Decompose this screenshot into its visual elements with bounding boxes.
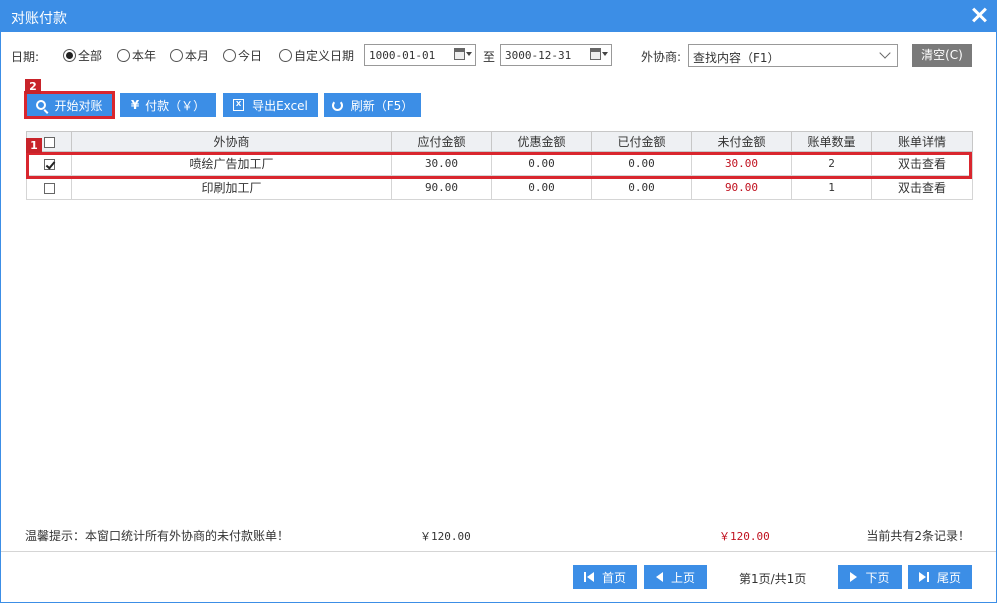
next-page-icon	[850, 572, 858, 582]
calendar-dropdown-icon[interactable]	[453, 47, 473, 63]
reconcile-payment-window: 对账付款 日期: 全部 本年 本月 今日 自定义日期 1000-01-01 至	[0, 0, 997, 603]
annotation-badge-2: 2	[25, 79, 41, 94]
hint-text: 温馨提示：本窗口统计所有外协商的未付款账单！	[25, 529, 290, 543]
radio-this-year-indicator	[117, 48, 130, 62]
select-all-checkbox[interactable]	[43, 136, 55, 148]
close-icon[interactable]	[970, 6, 988, 24]
bill-detail-link[interactable]: 双击查看	[871, 175, 973, 200]
total-unpaid: ￥120.00	[719, 530, 770, 543]
export-excel-label: 导出Excel	[252, 98, 308, 113]
window-title: 对账付款	[11, 11, 67, 27]
highlight-box-2	[24, 91, 115, 119]
prev-page-label: 上页	[670, 570, 695, 585]
radio-today[interactable]: 今日	[223, 46, 262, 64]
radio-all-label: 全部	[78, 48, 103, 63]
unpaid-cell: 90.00	[691, 175, 792, 200]
table-header-row: 外协商 应付金额 优惠金额 已付金额 未付金额 账单数量 账单详情	[26, 131, 973, 152]
paid-cell: 0.00	[591, 175, 692, 200]
vendor-cell: 印刷加工厂	[71, 175, 392, 200]
annotation-badge-1: 1	[26, 138, 42, 153]
radio-this-month-indicator	[170, 48, 183, 62]
radio-custom-date-label: 自定义日期	[294, 48, 355, 63]
last-page-button[interactable]: 尾页	[908, 565, 972, 589]
title-bar: 对账付款	[1, 1, 996, 32]
prev-page-icon	[655, 572, 663, 582]
vendor-label: 外协商:	[641, 50, 682, 64]
column-header-payable[interactable]: 应付金额	[391, 131, 492, 152]
radio-this-year[interactable]: 本年	[117, 46, 156, 64]
row-checkbox[interactable]	[43, 182, 55, 194]
next-page-label: 下页	[865, 570, 890, 585]
radio-custom-date-indicator	[279, 48, 292, 62]
refresh-button[interactable]: 刷新（F5）	[324, 93, 421, 117]
column-header-unpaid[interactable]: 未付金额	[691, 131, 792, 152]
radio-all-indicator	[63, 48, 76, 62]
date-from-input[interactable]: 1000-01-01	[364, 44, 476, 66]
column-header-vendor[interactable]: 外协商	[71, 131, 392, 152]
first-page-button[interactable]: 首页	[573, 565, 637, 589]
column-header-bill-count[interactable]: 账单数量	[791, 131, 872, 152]
first-page-label: 首页	[601, 570, 626, 585]
clear-button[interactable]: 清空(C)	[912, 44, 972, 67]
radio-today-label: 今日	[238, 48, 263, 63]
toolbar: 开始对账 ¥ 付款（￥） X 导出Excel 刷新（F5）	[1, 93, 996, 119]
radio-all[interactable]: 全部	[63, 46, 102, 64]
page-info: 第1页/共1页	[739, 572, 807, 586]
pay-label: 付款（￥）	[145, 98, 206, 113]
bill-count-cell: 1	[791, 175, 872, 200]
row-checkbox-cell[interactable]	[26, 175, 72, 200]
radio-custom-date[interactable]: 自定义日期	[279, 46, 354, 64]
chevron-down-icon[interactable]	[879, 47, 891, 59]
discount-cell: 0.00	[491, 175, 592, 200]
pagination-bar: 首页 上页 第1页/共1页 下页 尾页	[1, 551, 996, 602]
column-header-discount[interactable]: 优惠金额	[491, 131, 592, 152]
highlight-box-1	[26, 152, 972, 179]
date-from-value: 1000-01-01	[369, 49, 436, 62]
date-label: 日期:	[11, 50, 40, 64]
refresh-label: 刷新（F5）	[350, 98, 414, 113]
filter-bar: 日期: 全部 本年 本月 今日 自定义日期 1000-01-01 至 3000-…	[1, 41, 996, 71]
prev-page-button[interactable]: 上页	[644, 565, 707, 589]
column-header-paid[interactable]: 已付金额	[591, 131, 692, 152]
total-payable: ￥120.00	[420, 530, 471, 543]
last-page-label: 尾页	[936, 570, 961, 585]
refresh-icon	[331, 99, 343, 111]
excel-icon: X	[233, 99, 245, 111]
date-to-value: 3000-12-31	[505, 49, 572, 62]
yen-icon: ¥	[130, 98, 140, 112]
date-to-input[interactable]: 3000-12-31	[500, 44, 612, 66]
radio-this-year-label: 本年	[132, 48, 157, 63]
radio-today-indicator	[223, 48, 236, 62]
radio-this-month[interactable]: 本月	[170, 46, 209, 64]
calendar-dropdown-icon[interactable]	[589, 47, 609, 63]
last-page-icon	[918, 572, 926, 582]
vendor-select[interactable]: 查找内容（F1）	[688, 44, 898, 67]
record-count: 当前共有2条记录！	[866, 529, 970, 543]
payable-cell: 90.00	[391, 175, 492, 200]
export-excel-button[interactable]: X 导出Excel	[223, 93, 318, 117]
radio-this-month-label: 本月	[185, 48, 210, 63]
first-page-icon	[583, 572, 586, 582]
date-to-separator: 至	[483, 50, 496, 64]
column-header-bill-detail[interactable]: 账单详情	[871, 131, 973, 152]
next-page-button[interactable]: 下页	[838, 565, 902, 589]
pay-button[interactable]: ¥ 付款（￥）	[120, 93, 216, 117]
vendor-select-value: 查找内容（F1）	[693, 51, 780, 65]
table-row[interactable]: 印刷加工厂 90.00 0.00 0.00 90.00 1 双击查看	[26, 175, 973, 200]
